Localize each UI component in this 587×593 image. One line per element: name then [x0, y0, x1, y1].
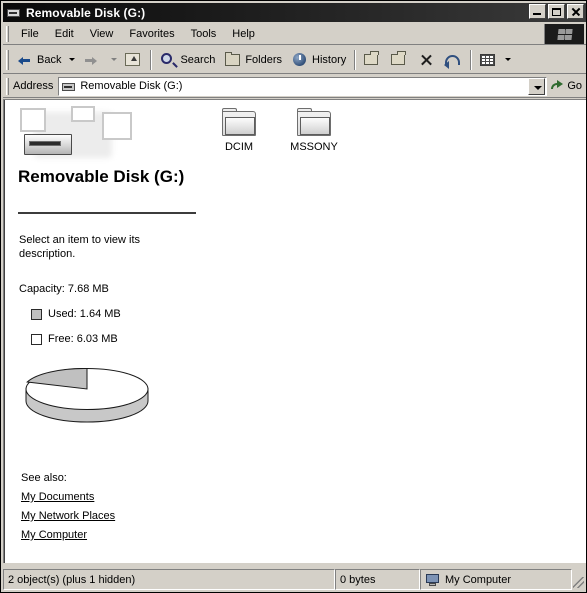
toolbar-separator-2: [354, 49, 357, 70]
up-button[interactable]: [120, 48, 147, 72]
undo-button[interactable]: [440, 48, 467, 72]
menu-file[interactable]: File: [13, 26, 47, 42]
menu-edit[interactable]: Edit: [47, 26, 82, 42]
files-pane[interactable]: DCIM MSSONY: [204, 100, 586, 563]
go-arrow-icon: [549, 79, 566, 94]
address-label: Address: [13, 80, 54, 92]
history-button[interactable]: History: [287, 48, 351, 72]
views-button[interactable]: [475, 48, 502, 72]
file-label: MSSONY: [290, 141, 338, 153]
status-size: 0 bytes: [335, 569, 420, 590]
menu-view[interactable]: View: [82, 26, 122, 42]
see-also-label: See also:: [21, 472, 67, 484]
address-value: Removable Disk (G:): [80, 80, 183, 92]
legend-used: Used: 1.64 MB: [31, 308, 121, 320]
folders-label: Folders: [245, 53, 283, 66]
folders-icon: [223, 50, 243, 70]
resize-grip[interactable]: [572, 569, 586, 590]
history-icon: [290, 50, 310, 70]
menu-grip[interactable]: [6, 25, 9, 42]
address-grip[interactable]: [6, 77, 9, 95]
delete-button[interactable]: [413, 48, 440, 72]
removable-drive-icon: [61, 79, 77, 93]
info-panel: Removable Disk (G:) Select an item to vi…: [8, 100, 204, 563]
legend-used-label: Used: 1.64 MB: [48, 308, 121, 320]
legend-swatch-used: [31, 308, 42, 320]
folder-icon: [296, 108, 332, 138]
link-my-network-places[interactable]: My Network Places: [21, 510, 115, 522]
move-to-folder-icon: [362, 50, 382, 70]
window-controls: [529, 4, 584, 19]
toolbar-separator: [150, 49, 153, 70]
views-grid-icon: [478, 50, 498, 70]
forward-button[interactable]: [78, 48, 108, 72]
back-button[interactable]: Back: [12, 48, 66, 72]
folders-button[interactable]: Folders: [220, 48, 287, 72]
list-item[interactable]: DCIM: [204, 108, 274, 153]
copy-to-button[interactable]: [386, 48, 413, 72]
maximize-button[interactable]: [548, 4, 565, 19]
window-title: Removable Disk (G:): [26, 5, 146, 20]
status-bar: 2 object(s) (plus 1 hidden) 0 bytes My C…: [3, 569, 586, 590]
toolbar-grip[interactable]: [6, 49, 9, 70]
minimize-button[interactable]: [529, 4, 546, 19]
history-label: History: [312, 53, 347, 66]
menu-help[interactable]: Help: [224, 26, 263, 42]
folder-icon: [221, 108, 257, 138]
search-label: Search: [180, 53, 216, 66]
go-label: Go: [567, 80, 582, 92]
back-dropdown-icon[interactable]: [69, 58, 76, 61]
menu-favorites[interactable]: Favorites: [121, 26, 182, 42]
delete-x-icon: [416, 50, 436, 70]
legend-free-label: Free: 6.03 MB: [48, 333, 118, 345]
search-icon: [158, 50, 178, 70]
arrow-right-icon: [81, 50, 101, 70]
menu-tools[interactable]: Tools: [183, 26, 225, 42]
move-to-button[interactable]: [359, 48, 386, 72]
disk-usage-pie-chart: [25, 368, 149, 423]
go-button[interactable]: Go: [547, 76, 586, 97]
undo-arrow-icon: [443, 50, 463, 70]
views-dropdown-icon[interactable]: [505, 58, 512, 61]
close-button[interactable]: [567, 4, 584, 19]
panel-divider: [18, 212, 196, 214]
status-object-count: 2 object(s) (plus 1 hidden): [3, 569, 335, 590]
address-bar: Address Removable Disk (G:) Go: [3, 75, 586, 98]
tool-bar: Back Search Folders History: [3, 46, 586, 74]
arrow-left-icon: [15, 50, 35, 70]
status-zone: My Computer: [420, 569, 572, 590]
status-zone-label: My Computer: [445, 573, 512, 586]
forward-dropdown-icon[interactable]: [111, 58, 118, 61]
computer-icon: [425, 573, 441, 587]
menu-bar: File Edit View Favorites Tools Help: [3, 23, 586, 45]
search-button[interactable]: Search: [155, 48, 220, 72]
list-item[interactable]: MSSONY: [279, 108, 349, 153]
legend-free: Free: 6.03 MB: [31, 333, 118, 345]
link-my-documents[interactable]: My Documents: [21, 491, 94, 503]
copy-to-folder-icon: [389, 50, 409, 70]
address-input[interactable]: Removable Disk (G:): [58, 76, 548, 96]
page-title: Removable Disk (G:): [18, 167, 185, 186]
back-label: Back: [37, 53, 62, 66]
panel-description: Select an item to view its description.: [19, 234, 141, 260]
drive-watermark-icon: [16, 106, 146, 164]
windows-logo-icon: [544, 24, 584, 44]
link-my-computer[interactable]: My Computer: [21, 529, 87, 541]
content-area: Removable Disk (G:) Select an item to vi…: [3, 99, 586, 563]
legend-swatch-free: [31, 333, 42, 345]
title-bar[interactable]: Removable Disk (G:): [3, 3, 586, 22]
removable-drive-icon: [6, 6, 22, 20]
explorer-window: Removable Disk (G:) File Edit View Favor…: [0, 0, 587, 593]
capacity-text: Capacity: 7.68 MB: [19, 283, 109, 295]
folder-up-icon: [123, 50, 143, 70]
address-dropdown-button[interactable]: [528, 77, 546, 95]
toolbar-separator-3: [470, 49, 473, 70]
file-label: DCIM: [224, 141, 254, 153]
